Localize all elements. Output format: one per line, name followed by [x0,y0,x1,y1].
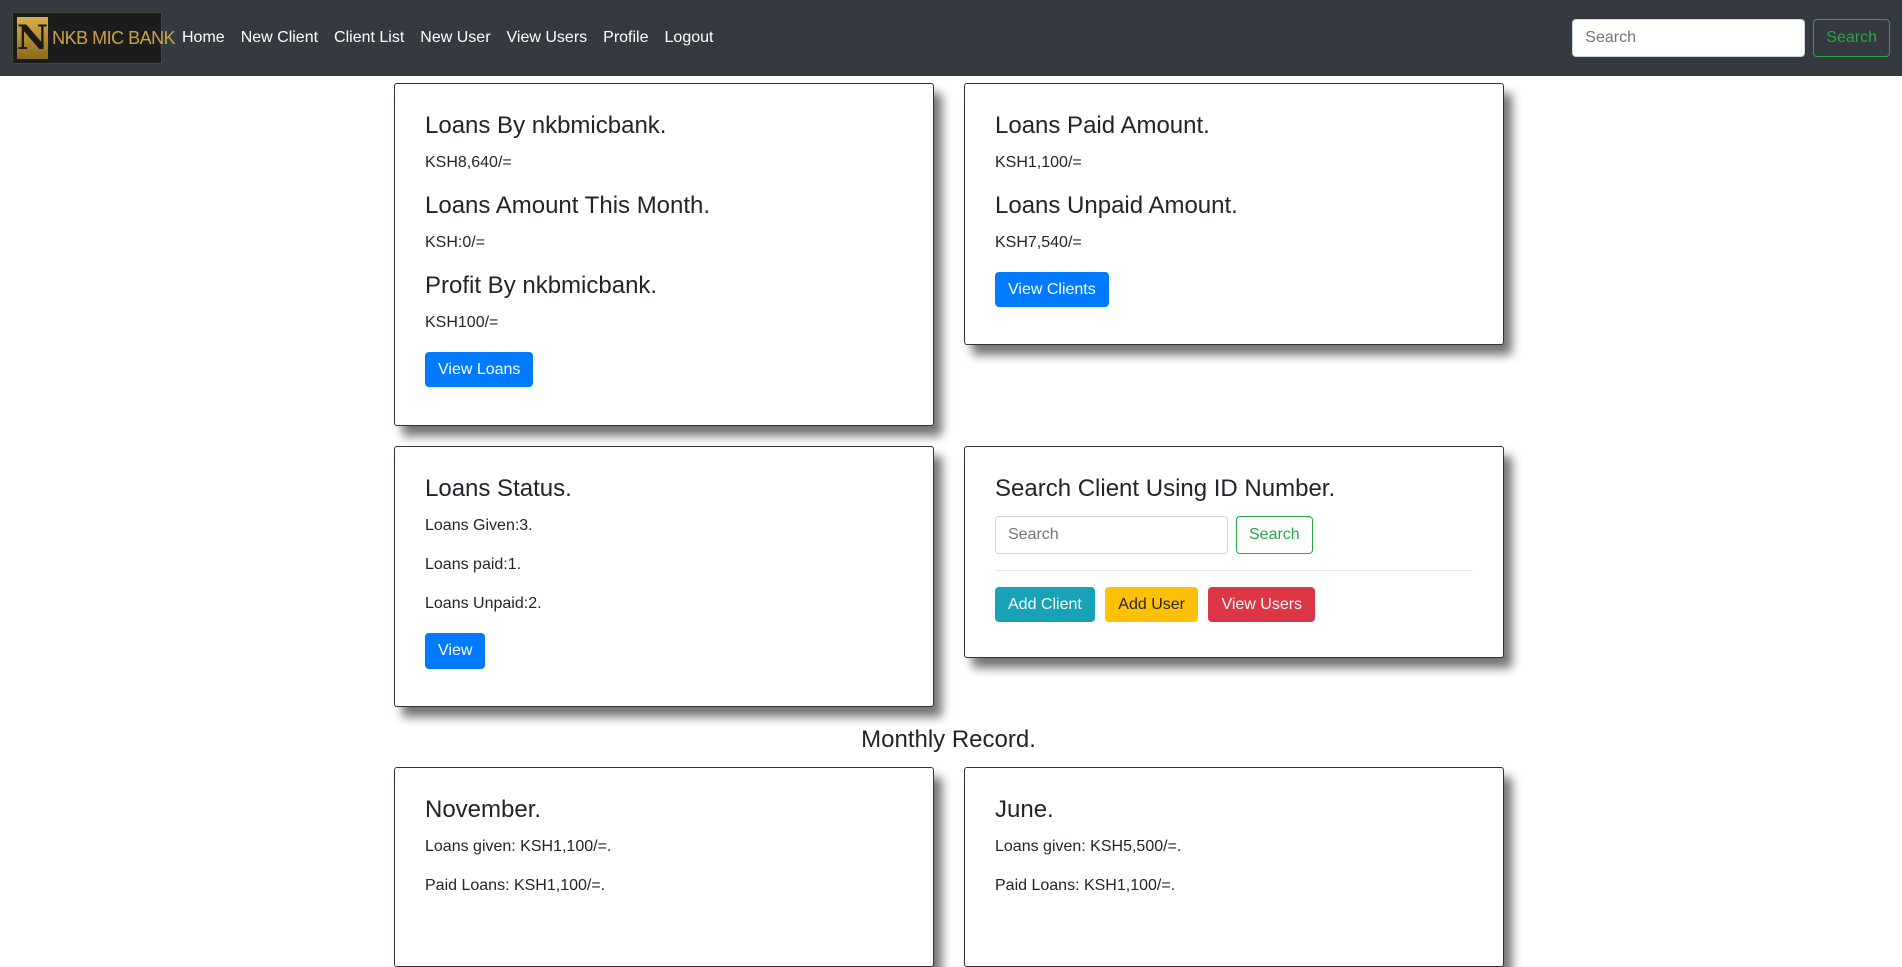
brand-logo[interactable]: N NKB MIC BANK [12,12,176,64]
month-card-june: June. Loans given: KSH5,500/=. Paid Loan… [964,767,1504,967]
nav-view-users[interactable]: View Users [507,29,588,47]
nav-logout[interactable]: Logout [665,29,714,47]
add-client-button[interactable]: Add Client [995,586,1095,622]
monthly-record-title: Monthly Record. [861,726,1036,753]
view-clients-button[interactable]: View Clients [995,271,1109,308]
loans-unpaid-text: Loans Unpaid:2. [425,595,542,613]
paid-value: KSH1,100/= [995,153,1082,171]
client-search-button[interactable]: Search [1236,515,1313,554]
month-heading: Loans Amount This Month. [425,191,711,219]
profit-value: KSH100/= [425,313,499,331]
profit-heading: Profit By nkbmicbank. [425,271,658,299]
unpaid-value: KSH7,540/= [995,233,1082,251]
nav-new-client[interactable]: New Client [241,29,318,47]
divider [995,569,1473,571]
search-client-heading: Search Client Using ID Number. [995,475,1336,502]
add-user-button[interactable]: Add User [1105,586,1198,622]
month-loans-given: Loans given: KSH5,500/=. [995,837,1182,855]
nav-new-user[interactable]: New User [420,29,490,47]
loans-given-text: Loans Given:3. [425,516,533,534]
view-loans-button[interactable]: View Loans [425,351,534,388]
month-name: November. [425,796,542,823]
month-value: KSH:0/= [425,233,486,251]
nav-home[interactable]: Home [182,29,225,47]
unpaid-heading: Loans Unpaid Amount. [995,191,1238,219]
month-paid-loans: Paid Loans: KSH1,100/=. [425,876,606,894]
nav-search-input[interactable] [1572,19,1806,57]
month-name: June. [995,796,1054,823]
nav-search-button[interactable]: Search [1813,19,1890,57]
paid-heading: Loans Paid Amount. [995,112,1210,139]
loans-paid-text: Loans paid:1. [425,555,522,573]
nav-client-list[interactable]: Client List [334,29,404,47]
logo-letter: N [17,17,49,59]
loans-by-value: KSH8,640/= [425,153,512,171]
action-buttons: Add Client Add User View Users [995,586,1473,622]
view-users-button[interactable]: View Users [1208,586,1316,622]
paid-unpaid-card: Loans Paid Amount. KSH1,100/= Loans Unpa… [964,83,1504,345]
month-loans-given: Loans given: KSH1,100/=. [425,837,612,855]
nav-profile[interactable]: Profile [603,29,648,47]
client-search-input[interactable] [995,515,1228,554]
loans-status-card: Loans Status. Loans Given:3. Loans paid:… [394,446,934,707]
nav-links: Home New Client Client List New User Vie… [174,29,721,47]
loans-summary-card: Loans By nkbmicbank. KSH8,640/= Loans Am… [394,83,934,426]
client-search-form: Search [995,515,1473,554]
top-navbar: N NKB MIC BANK Home New Client Client Li… [0,0,1902,76]
status-heading: Loans Status. [425,475,572,502]
nav-search-form: Search [1572,19,1890,57]
loans-by-heading: Loans By nkbmicbank. [425,112,667,139]
search-client-card: Search Client Using ID Number. Search Ad… [964,446,1504,658]
view-status-button[interactable]: View [425,633,486,669]
logo-text: NKB MIC BANK [52,27,176,48]
month-card-november: November. Loans given: KSH1,100/=. Paid … [394,767,934,967]
month-paid-loans: Paid Loans: KSH1,100/=. [995,876,1176,894]
